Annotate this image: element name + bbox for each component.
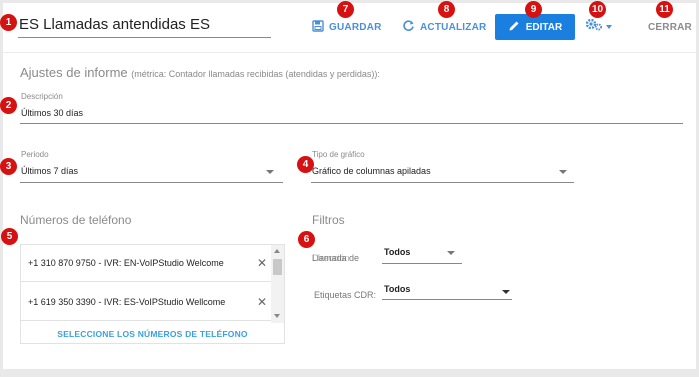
phone-item-text: +1 619 350 3390 - IVR: ES-VoIPStudio Wel… <box>28 297 226 307</box>
callout-badge-5: 5 <box>1 228 18 245</box>
refresh-icon <box>402 19 415 35</box>
phone-item-text: +1 310 870 9750 - IVR: EN-VoIPStudio Wel… <box>28 258 224 268</box>
save-label: GUARDAR <box>329 21 382 33</box>
report-window: GUARDAR ACTUALIZAR EDITAR <box>0 0 699 377</box>
refresh-label: ACTUALIZAR <box>420 21 487 33</box>
callout-badge-10: 10 <box>589 1 606 18</box>
settings-menu-button[interactable] <box>585 16 612 37</box>
select-phone-numbers-link[interactable]: SELECCIONE LOS NÚMEROS DE TELÉFONO <box>21 324 284 344</box>
filter-call-direction-select[interactable]: Todos <box>384 247 410 257</box>
save-icon <box>312 19 324 35</box>
filter2-underline <box>382 299 512 300</box>
filter-direction-overlay-label: Dirección <box>312 253 350 263</box>
phone-list-item: +1 619 350 3390 - IVR: ES-VoIPStudio Wel… <box>21 284 271 321</box>
scroll-down-icon[interactable] <box>274 314 280 318</box>
filter-cdr-tags-select[interactable]: Todos <box>384 284 410 294</box>
report-title-input[interactable] <box>18 12 271 38</box>
period-underline <box>20 182 283 183</box>
phone-numbers-list: +1 310 870 9750 - IVR: EN-VoIPStudio Wel… <box>20 244 285 344</box>
close-button[interactable]: CERRAR <box>648 14 692 40</box>
section-title-text: Ajustes de informe <box>20 65 128 80</box>
description-label: Descripción <box>21 92 63 101</box>
pencil-icon <box>508 20 520 35</box>
phone-list-item: +1 310 870 9750 - IVR: EN-VoIPStudio Wel… <box>21 245 271 282</box>
close-icon[interactable]: ✕ <box>257 256 267 270</box>
callout-badge-9: 9 <box>525 1 542 18</box>
report-card: GUARDAR ACTUALIZAR EDITAR <box>0 1 696 369</box>
chart-type-underline <box>311 182 574 183</box>
callout-badge-3: 3 <box>0 158 17 175</box>
chevron-down-icon <box>606 24 612 29</box>
gear-icon <box>585 16 603 37</box>
edit-button[interactable]: EDITAR <box>495 14 575 40</box>
scroll-up-icon[interactable] <box>274 249 280 253</box>
phone-numbers-title: Números de teléfono <box>20 213 132 227</box>
filters-title: Filtros <box>312 213 345 227</box>
close-label: CERRAR <box>648 21 692 33</box>
callout-badge-11: 11 <box>656 1 673 18</box>
edit-label: EDITAR <box>525 21 563 33</box>
period-chevron-down-icon[interactable] <box>266 170 274 174</box>
phone-list-scrollbar[interactable] <box>271 245 284 323</box>
filter1-underline <box>382 263 462 264</box>
filter1-chevron-down-icon[interactable] <box>447 251 455 255</box>
description-field[interactable]: Últimos 30 días <box>21 108 83 118</box>
callout-badge-1: 1 <box>0 14 17 31</box>
period-label: Periodo <box>21 150 49 159</box>
period-select[interactable]: Últimos 7 días <box>21 166 78 176</box>
chart-type-chevron-down-icon[interactable] <box>559 170 567 174</box>
report-settings-title: Ajustes de informe (métrica: Contador ll… <box>20 65 380 80</box>
description-underline <box>20 123 683 124</box>
metric-note: (métrica: Contador llamadas recibidas (a… <box>131 69 380 79</box>
callout-badge-4: 4 <box>297 156 314 173</box>
callout-badge-8: 8 <box>438 1 455 18</box>
close-icon[interactable]: ✕ <box>257 295 267 309</box>
scroll-thumb[interactable] <box>273 259 282 275</box>
chart-type-label: Tipo de gráfico <box>312 150 365 159</box>
filter-cdr-tags-label: Etiquetas CDR: <box>314 290 377 300</box>
callout-badge-2: 2 <box>0 97 17 114</box>
callout-badge-6: 6 <box>298 231 315 248</box>
callout-badge-7: 7 <box>337 1 354 18</box>
filter2-chevron-down-icon[interactable] <box>502 290 510 294</box>
chart-type-select[interactable]: Gráfico de columnas apiladas <box>312 166 431 176</box>
